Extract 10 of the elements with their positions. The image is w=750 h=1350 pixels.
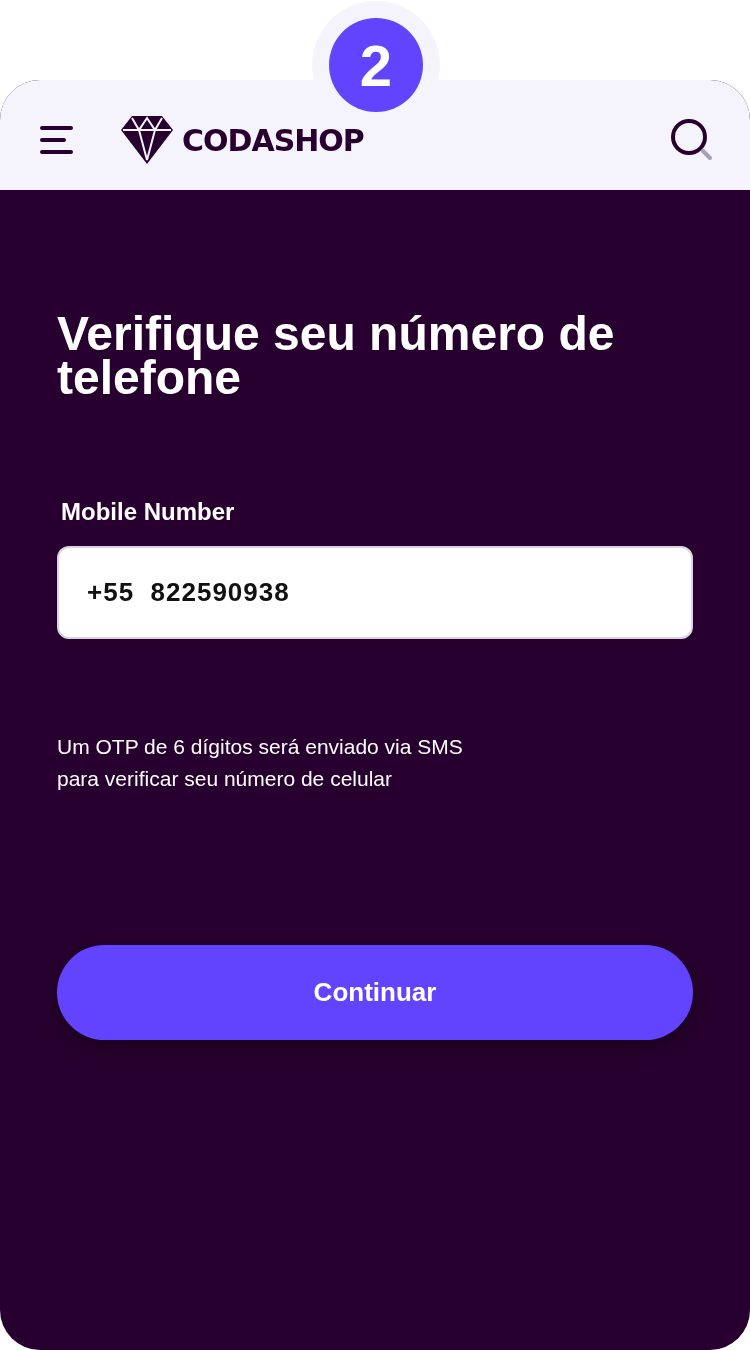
diamond-icon	[120, 115, 174, 165]
helper-text: para verificar seu número de celular	[57, 766, 393, 792]
menu-icon[interactable]	[40, 125, 74, 155]
page-title: Verifique seu número de telefone	[57, 312, 616, 400]
field-label: Mobile Number	[61, 498, 236, 526]
logo-text: CODASHOP	[182, 122, 364, 158]
continue-button[interactable]: Continuar	[57, 945, 693, 1040]
search-icon[interactable]	[670, 118, 714, 162]
mobile-number-field[interactable]: +55 822590938	[57, 546, 693, 639]
helper-text: Um OTP de 6 dígitos será enviado via SMS	[57, 734, 464, 760]
